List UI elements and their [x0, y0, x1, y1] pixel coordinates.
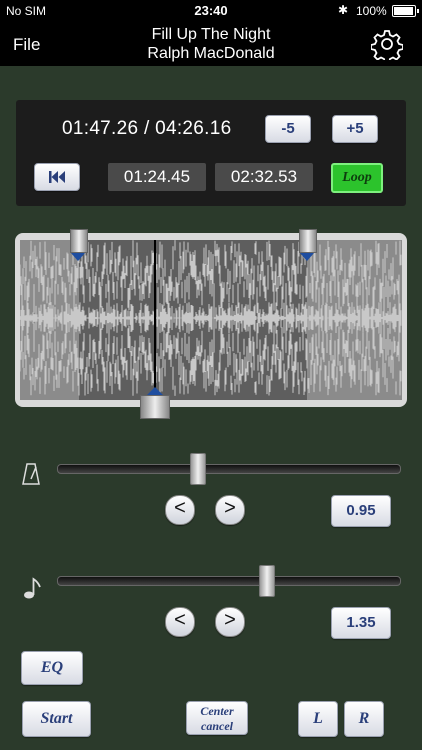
pitch-decrease-button[interactable]: < [165, 607, 195, 637]
loop-start-marker[interactable] [70, 229, 88, 253]
pitch-increase-button[interactable]: > [215, 607, 245, 637]
battery-icon [392, 5, 419, 17]
tempo-slider-thumb[interactable] [190, 453, 207, 485]
bluetooth-icon: ✱ [338, 3, 349, 17]
loop-end-field[interactable]: 02:32.53 [215, 163, 313, 191]
song-info: Fill Up The Night Ralph MacDonald [0, 25, 422, 63]
pitch-slider-thumb[interactable] [258, 565, 275, 597]
waveform-trace [20, 240, 402, 396]
pitch-slider[interactable] [57, 576, 401, 586]
start-button[interactable]: Start [22, 701, 91, 737]
minus-5-button[interactable]: -5 [265, 115, 311, 143]
left-channel-button[interactable]: L [298, 701, 338, 737]
waveform[interactable] [20, 240, 402, 400]
gear-icon[interactable] [371, 28, 403, 60]
tempo-decrease-button[interactable]: < [165, 495, 195, 525]
center-cancel-button[interactable]: Center cancel [186, 701, 248, 735]
playhead-arrow-icon [147, 387, 163, 395]
plus-5-button[interactable]: +5 [332, 115, 378, 143]
artist-name: Ralph MacDonald [147, 45, 275, 62]
battery-percent: 100% [356, 4, 387, 18]
status-bar: No SIM 23:40 ✱ 100% [0, 0, 422, 22]
tempo-value[interactable]: 0.95 [331, 495, 391, 527]
right-channel-button[interactable]: R [344, 701, 384, 737]
nav-bar: File Fill Up The Night Ralph MacDonald [0, 22, 422, 66]
tempo-increase-button[interactable]: > [215, 495, 245, 525]
music-note-icon [24, 577, 41, 599]
playhead[interactable] [154, 240, 156, 395]
skip-back-icon [49, 171, 65, 183]
loop-start-arrow-icon [71, 253, 85, 261]
pitch-value[interactable]: 1.35 [331, 607, 391, 639]
loop-toggle[interactable]: Loop [331, 163, 383, 193]
loop-start-field[interactable]: 01:24.45 [108, 163, 206, 191]
skip-back-button[interactable] [34, 163, 80, 191]
loop-end-marker[interactable] [299, 229, 317, 253]
playhead-handle[interactable] [140, 395, 170, 419]
metronome-icon [22, 463, 40, 485]
song-title: Fill Up The Night [151, 26, 271, 43]
loop-end-arrow-icon [300, 253, 314, 261]
eq-button[interactable]: EQ [21, 651, 83, 685]
position-readout: 01:47.26 / 04:26.16 [62, 118, 232, 139]
tempo-slider[interactable] [57, 464, 401, 474]
